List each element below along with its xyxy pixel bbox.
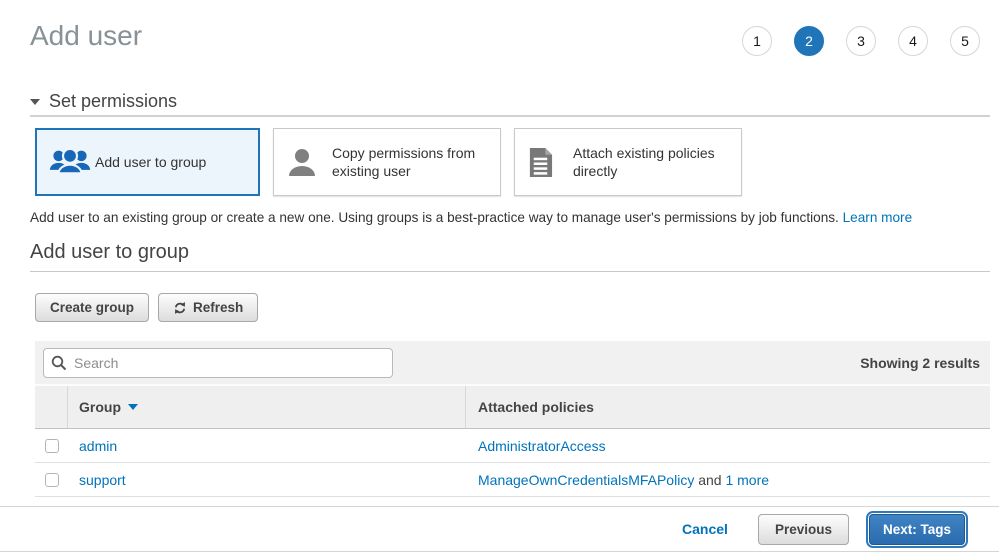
group-column-label: Group xyxy=(79,399,121,415)
policy-cell: ManageOwnCredentialsMFAPolicy and 1 more xyxy=(466,472,990,488)
option-attach-policies[interactable]: Attach existing policies directly xyxy=(514,128,742,196)
add-user-to-group-heading: Add user to group xyxy=(30,241,189,264)
column-header-policies: Attached policies xyxy=(466,399,990,415)
refresh-icon xyxy=(173,301,187,315)
permission-option-cards: Add user to group Copy permissions from … xyxy=(35,128,742,196)
page-title: Add user xyxy=(30,20,142,52)
row-checkbox[interactable] xyxy=(45,473,59,487)
groups-table: Showing 2 results Group Attached policie… xyxy=(35,341,990,497)
header-checkbox-cell xyxy=(35,386,68,428)
policies-column-label: Attached policies xyxy=(478,399,594,415)
policy-cell: AdministratorAccess xyxy=(466,438,990,454)
results-count: Showing 2 results xyxy=(860,355,980,371)
set-permissions-collapse-header[interactable]: Set permissions xyxy=(30,91,177,112)
step-5: 5 xyxy=(950,26,980,56)
user-icon xyxy=(286,146,332,178)
create-group-label: Create group xyxy=(50,300,134,315)
step-4: 4 xyxy=(898,26,928,56)
previous-button[interactable]: Previous xyxy=(758,514,849,545)
group-link[interactable]: admin xyxy=(79,438,117,454)
group-description-text: Add user to an existing group or create … xyxy=(30,210,979,225)
column-header-group[interactable]: Group xyxy=(68,386,466,428)
step-1: 1 xyxy=(742,26,772,56)
learn-more-link[interactable]: Learn more xyxy=(843,210,913,225)
group-cell: admin xyxy=(68,429,466,462)
add-user-wizard-page: Add user 1 2 3 4 5 Set permissions Add u… xyxy=(0,0,999,557)
next-tags-button[interactable]: Next: Tags xyxy=(869,514,965,545)
option-label: Attach existing policies directly xyxy=(573,144,731,180)
table-row-admin: admin AdministratorAccess xyxy=(35,429,990,463)
search-input[interactable] xyxy=(43,348,393,378)
description-text: Add user to an existing group or create … xyxy=(30,210,843,225)
group-section-divider xyxy=(30,271,990,272)
group-link[interactable]: support xyxy=(79,472,126,488)
table-search-band: Showing 2 results xyxy=(35,341,990,386)
cancel-link[interactable]: Cancel xyxy=(682,521,728,537)
option-label: Copy permissions from existing user xyxy=(332,144,490,180)
table-header-row: Group Attached policies xyxy=(35,386,990,429)
wizard-step-indicator: 1 2 3 4 5 xyxy=(742,26,980,56)
refresh-button[interactable]: Refresh xyxy=(158,293,258,322)
create-group-button[interactable]: Create group xyxy=(35,293,149,322)
wizard-footer-bar: Cancel Previous Next: Tags xyxy=(0,506,999,552)
group-toolbar: Create group Refresh xyxy=(35,293,258,322)
document-icon xyxy=(527,147,573,178)
policy-link[interactable]: AdministratorAccess xyxy=(478,438,606,454)
sort-descending-icon xyxy=(128,404,138,410)
step-3: 3 xyxy=(846,26,876,56)
user-group-icon xyxy=(49,147,95,177)
policy-link[interactable]: ManageOwnCredentialsMFAPolicy xyxy=(478,472,694,488)
section-divider xyxy=(30,115,990,117)
row-checkbox-cell xyxy=(35,429,68,462)
collapse-triangle-icon xyxy=(30,99,40,105)
group-cell: support xyxy=(68,463,466,496)
row-checkbox[interactable] xyxy=(45,439,59,453)
option-copy-permissions[interactable]: Copy permissions from existing user xyxy=(273,128,501,196)
set-permissions-title: Set permissions xyxy=(49,91,177,112)
search-icon xyxy=(51,355,67,376)
row-checkbox-cell xyxy=(35,463,68,496)
option-label: Add user to group xyxy=(95,153,206,171)
and-text: and xyxy=(694,472,725,488)
step-2-active: 2 xyxy=(794,26,824,56)
option-add-user-to-group[interactable]: Add user to group xyxy=(35,128,260,196)
search-box xyxy=(43,348,393,378)
table-row-support: support ManageOwnCredentialsMFAPolicy an… xyxy=(35,463,990,497)
more-policies-link[interactable]: 1 more xyxy=(725,472,769,488)
refresh-label: Refresh xyxy=(193,300,243,315)
